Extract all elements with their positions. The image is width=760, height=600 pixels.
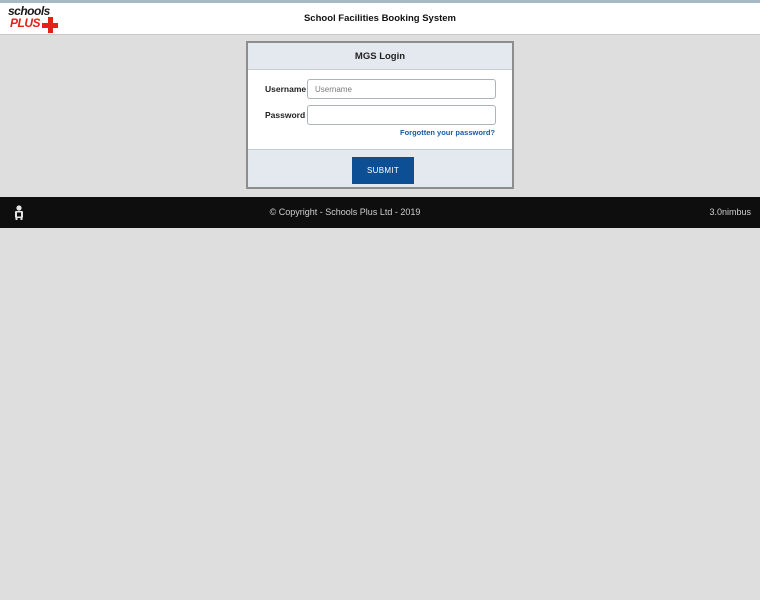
logo-plus-icon [42,17,58,33]
schools-plus-logo[interactable]: schools PLUS [8,5,58,35]
submit-button[interactable]: SUBMIT [352,157,414,184]
password-row: Password [248,105,512,125]
login-panel: MGS Login Username Password Forgotten yo… [246,41,514,189]
username-label: Username [265,84,307,94]
password-input[interactable] [307,105,496,125]
header-bar: School Facilities Booking System schools… [0,3,760,35]
login-panel-footer: SUBMIT [248,149,512,187]
copyright-text: © Copyright - Schools Plus Ltd - 2019 [269,207,421,217]
password-label: Password [265,110,306,120]
app-title: School Facilities Booking System [303,13,457,24]
login-panel-title: MGS Login [248,43,512,70]
footer-bar: © Copyright - Schools Plus Ltd - 2019 3.… [0,197,760,228]
forgot-password-link[interactable]: Forgotten your password? [400,128,495,137]
username-row: Username [248,79,512,99]
version-text: 3.0nimbus [709,207,751,217]
logo-text-bottom: PLUS [10,16,41,30]
username-input[interactable] [307,79,496,99]
